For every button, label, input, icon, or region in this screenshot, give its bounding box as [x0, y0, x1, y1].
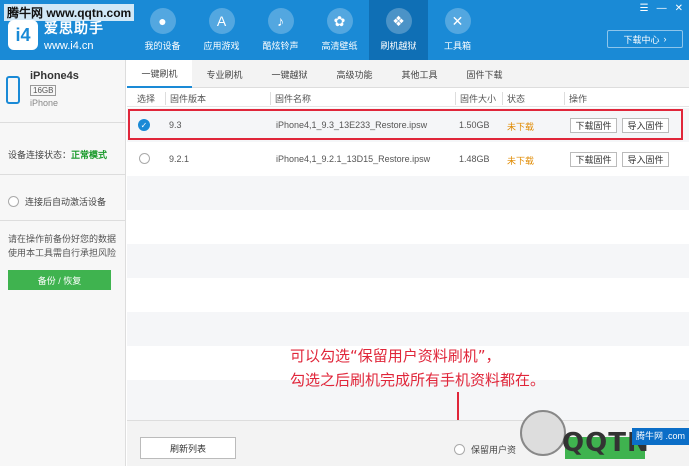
flower-icon: ✿ — [326, 8, 353, 34]
annotation-text: 可以勾选“保留用户资料刷机”， 勾选之后刷机完成所有手机资料都在。 — [290, 344, 545, 392]
annotation-line: 勾选之后刷机完成所有手机资料都在。 — [290, 371, 546, 389]
download-center-label: 下载中心 — [623, 34, 660, 45]
appstore-icon: A — [208, 8, 235, 34]
firmware-size: 1.48GB — [459, 154, 490, 164]
device-name: iPhone4s — [30, 70, 79, 82]
annotation-line: 可以勾选“保留用户资料刷机”， — [290, 347, 501, 365]
tab-pro-flash[interactable]: 专业刷机 — [192, 60, 257, 88]
app-url: www.i4.cn — [44, 40, 94, 52]
device-type: iPhone — [30, 98, 59, 108]
empty-row — [127, 244, 689, 278]
firmware-table: 选择 固件版本 固件名称 固件大小 状态 操作 — [127, 88, 689, 107]
table-header: 选择 固件版本 固件名称 固件大小 状态 操作 — [127, 88, 689, 107]
firmware-version: 9.2.1 — [169, 154, 190, 164]
warning-text: 请在操作前备份好您的数据 使用本工具需自行承担风险 — [8, 234, 117, 258]
nav-label: 工具箱 — [443, 41, 471, 51]
tab-bar: 一键刷机 专业刷机 一键越狱 高级功能 其他工具 固件下载 — [127, 60, 689, 88]
empty-row — [127, 176, 689, 210]
selected-row-highlight — [128, 109, 683, 140]
watermark-top: 腾牛网 www.qqtn.com — [4, 4, 135, 21]
main-nav: ● 我的设备 A 应用游戏 ♪ 酷炫铃声 ✿ 高清壁纸 ❖ 刷机越狱 ✕ 工具箱 — [133, 0, 487, 60]
logo-mark: i4 — [8, 20, 38, 50]
box-icon: ❖ — [385, 8, 412, 34]
tab-advanced[interactable]: 高级功能 — [322, 60, 387, 88]
header-action: 操作 — [564, 92, 587, 105]
auto-activate-option[interactable]: 连接后自动激活设备 — [8, 195, 106, 208]
divider — [0, 174, 126, 175]
nav-ringtones[interactable]: ♪ 酷炫铃声 — [251, 0, 310, 60]
divider — [0, 122, 126, 123]
table-row[interactable]: 9.2.1 iPhone4,1_9.2.1_13D15_Restore.ipsw… — [127, 142, 689, 176]
tools-icon: ✕ — [444, 8, 471, 34]
arrow-right-icon: › — [663, 34, 667, 44]
refresh-list-button[interactable]: 刷新列表 — [140, 437, 236, 459]
qqtn-watermark: QQTN 腾牛网 .com — [520, 410, 689, 466]
header-status: 状态 — [502, 92, 525, 105]
select-radio[interactable] — [139, 153, 150, 164]
firmware-name: iPhone4,1_9.2.1_13D15_Restore.ipsw — [276, 154, 431, 164]
tab-one-click-flash[interactable]: 一键刷机 — [127, 60, 192, 88]
qqtn-badge: 腾牛网 .com — [631, 428, 689, 445]
close-icon[interactable]: ✕ — [675, 3, 683, 14]
auto-activate-radio[interactable] — [8, 196, 19, 207]
nav-label: 高清壁纸 — [321, 41, 358, 51]
nav-flash-jailbreak[interactable]: ❖ 刷机越狱 — [369, 0, 428, 60]
firmware-status: 未下载 — [507, 156, 535, 166]
nav-toolbox[interactable]: ✕ 工具箱 — [428, 0, 487, 60]
empty-row — [127, 312, 689, 346]
nav-wallpapers[interactable]: ✿ 高清壁纸 — [310, 0, 369, 60]
keep-user-data-radio[interactable] — [454, 444, 465, 455]
nav-my-device[interactable]: ● 我的设备 — [133, 0, 192, 60]
sidebar: iPhone4s 16GB iPhone 设备连接状态：正常模式 连接后自动激活… — [0, 60, 126, 466]
bell-icon: ♪ — [267, 8, 294, 34]
header-name: 固件名称 — [270, 92, 311, 105]
nav-label: 酷炫铃声 — [262, 41, 299, 51]
nav-apps-games[interactable]: A 应用游戏 — [192, 0, 251, 60]
connection-status: 设备连接状态：正常模式 — [8, 148, 107, 161]
keep-user-data-option[interactable]: 保留用户资 — [454, 443, 516, 456]
phone-icon — [6, 76, 20, 104]
tab-one-click-jailbreak[interactable]: 一键越狱 — [257, 60, 322, 88]
import-firmware-button[interactable]: 导入固件 — [622, 152, 669, 167]
header-size: 固件大小 — [455, 92, 496, 105]
divider — [0, 220, 126, 221]
app-name: 爱思助手 — [44, 20, 104, 36]
device-card: iPhone4s 16GB iPhone — [6, 70, 79, 108]
app-logo: i4 爱思助手 www.i4.cn — [8, 18, 104, 52]
nav-label: 刷机越狱 — [380, 41, 417, 51]
nav-label: 我的设备 — [144, 41, 181, 51]
download-firmware-button[interactable]: 下载固件 — [570, 152, 617, 167]
download-center-button[interactable]: 下载中心 › — [607, 30, 683, 48]
apple-icon: ● — [149, 8, 176, 34]
qqtn-logo-icon — [520, 410, 566, 456]
header-select: 选择 — [137, 94, 156, 104]
nav-label: 应用游戏 — [203, 41, 240, 51]
auto-activate-label: 连接后自动激活设备 — [25, 197, 107, 207]
connection-label: 设备连接状态： — [8, 150, 72, 160]
backup-restore-button[interactable]: 备份 / 恢复 — [8, 270, 111, 290]
minimize-icon[interactable]: — — [657, 3, 667, 14]
window-controls: ☰ — ✕ — [640, 3, 683, 14]
menu-icon[interactable]: ☰ — [640, 3, 649, 14]
connection-value: 正常模式 — [71, 150, 108, 160]
keep-user-data-label: 保留用户资 — [471, 445, 517, 455]
tab-firmware-download[interactable]: 固件下载 — [452, 60, 517, 88]
tab-other-tools[interactable]: 其他工具 — [387, 60, 452, 88]
device-capacity: 16GB — [30, 85, 57, 96]
header-version: 固件版本 — [165, 92, 206, 105]
